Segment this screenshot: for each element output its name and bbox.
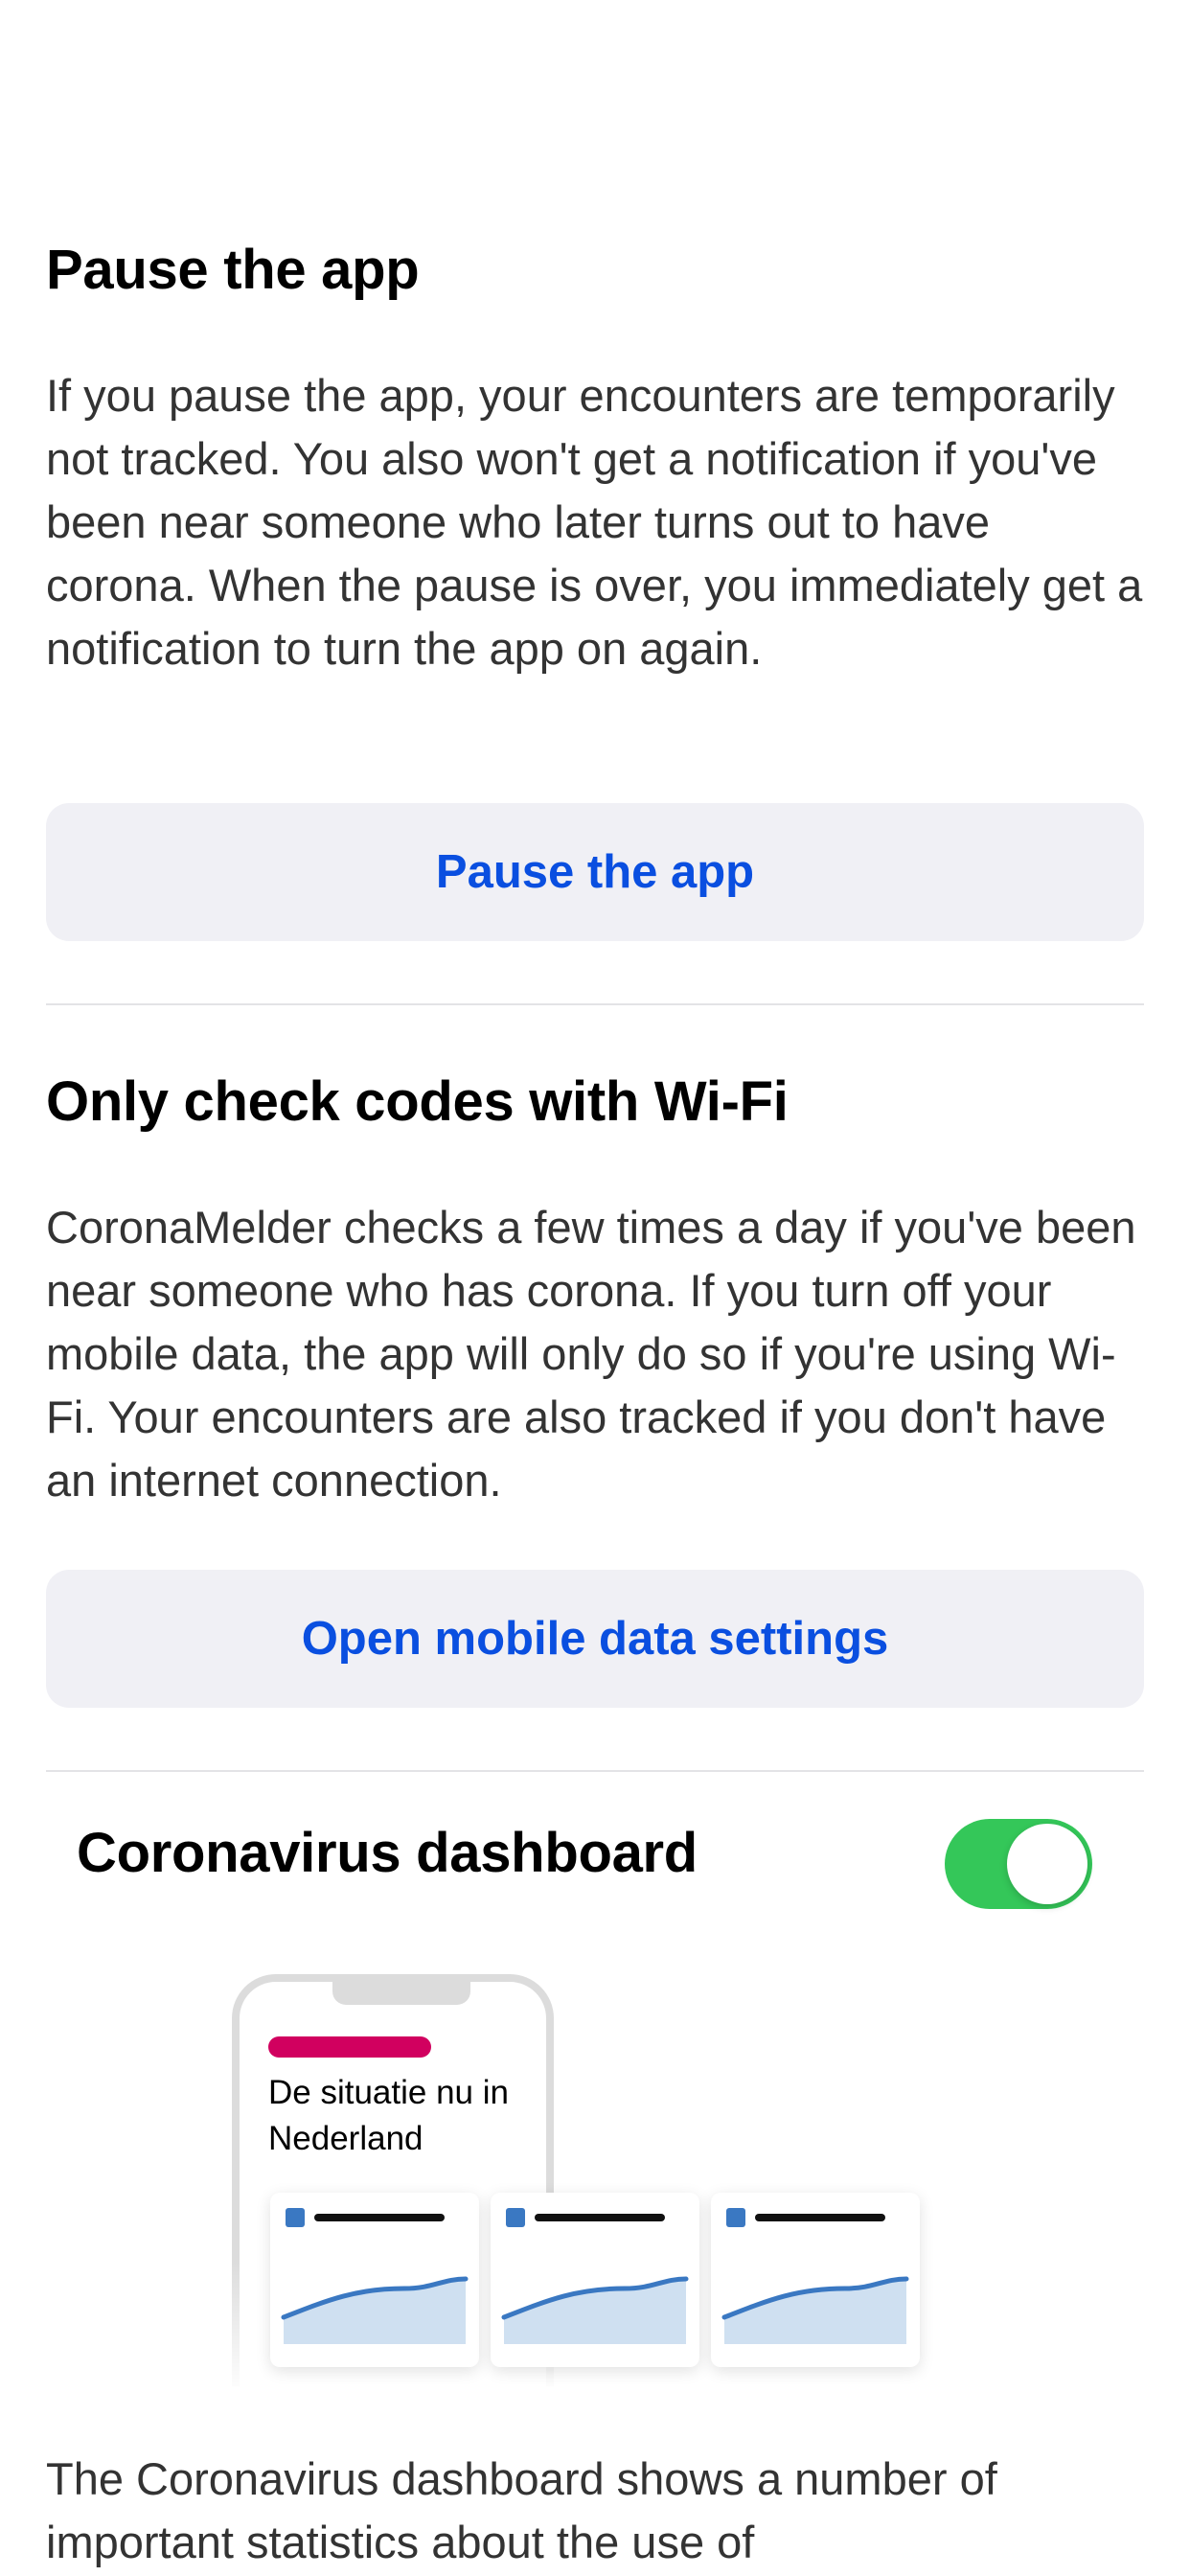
mini-chart-card	[270, 2193, 479, 2367]
dashboard-toggle[interactable]	[945, 1819, 1092, 1909]
wifi-section-title: Only check codes with Wi-Fi	[46, 1070, 789, 1133]
mini-chart-card	[711, 2193, 920, 2367]
phone-notch	[332, 1974, 470, 2005]
accent-bar	[268, 2036, 431, 2058]
settings-page: Pause the app If you pause the app, your…	[0, 0, 1190, 2576]
wifi-section-description: CoronaMelder checks a few times a day if…	[46, 1202, 1136, 1506]
mini-chart-card	[491, 2193, 699, 2367]
dashboard-section-title: Coronavirus dashboard	[77, 1822, 698, 1884]
mini-chart-icon	[501, 2208, 689, 2344]
pause-app-button[interactable]: Pause the app	[46, 803, 1144, 941]
dashboard-illustration: De situatie nu in Nederland	[230, 1974, 939, 2396]
pause-section-description: If you pause the app, your encounters ar…	[46, 370, 1143, 674]
toggle-knob	[1007, 1824, 1087, 1904]
mini-chart-icon	[721, 2208, 909, 2344]
illustration-caption: De situatie nu in Nederland	[268, 2074, 509, 2157]
divider	[46, 1770, 1144, 1772]
dashboard-section-description: The Coronavirus dashboard shows a number…	[46, 2453, 997, 2567]
divider	[46, 1003, 1144, 1005]
mini-chart-icon	[281, 2208, 469, 2344]
pause-section-title: Pause the app	[46, 239, 420, 301]
open-mobile-data-settings-button[interactable]: Open mobile data settings	[46, 1570, 1144, 1708]
